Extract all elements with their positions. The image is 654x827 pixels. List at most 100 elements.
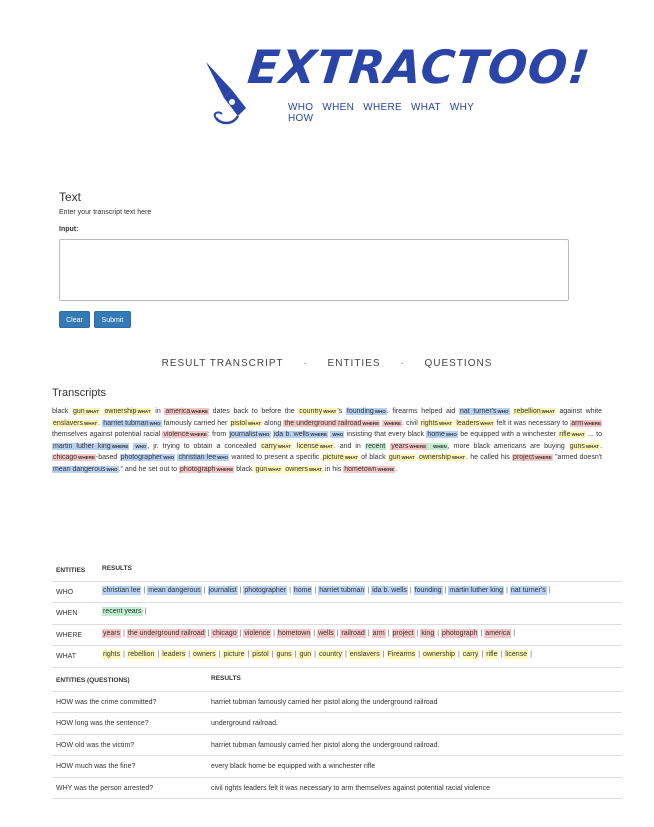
entity-tag: WHO — [258, 432, 270, 437]
entity-tag: WHERE — [190, 432, 207, 437]
column-header-results: RESULTS — [211, 675, 241, 682]
entity-highlight: rebellionWHAT — [513, 408, 556, 415]
entity-highlight: photographWHERE — [179, 465, 235, 473]
entity-highlight: yearsWHERE — [390, 442, 428, 450]
separator: | — [247, 651, 250, 658]
entity-highlight: violenceWHERE — [162, 431, 208, 438]
separator: | — [506, 586, 508, 594]
question-text: HOW long was the sentence? — [56, 720, 149, 727]
separator: | — [530, 651, 532, 658]
entity-tag: WHEN — [433, 443, 447, 449]
tab-separator: · — [303, 358, 308, 369]
logo-title: EXTRACTOO! — [245, 40, 594, 94]
table-row: HOW old was the victim? harriet tubman fa… — [52, 735, 622, 756]
entity-highlight: photographerWHO — [119, 454, 176, 461]
entity-chip: years — [102, 628, 122, 638]
entity-highlight: WHO — [133, 442, 148, 450]
entity-results: recent years | — [102, 607, 148, 616]
entity-tag: WHAT — [541, 409, 555, 414]
clear-button[interactable]: Clear — [59, 311, 90, 328]
entity-chip: king — [420, 628, 436, 638]
entity-tag: WHAT — [83, 420, 98, 426]
entity-tag: WHO — [497, 409, 509, 414]
question-text: HOW old was the victim? — [56, 741, 135, 749]
entity-tag: WHERE — [310, 432, 327, 437]
entity-chip: rebellion — [126, 650, 156, 659]
logo-tagline: WHO WHEN WHERE WHAT WHY HOW — [288, 102, 474, 124]
entity-tag: WHO — [217, 455, 229, 460]
question-text: WHY was the person arrested? — [56, 784, 154, 792]
entity-tag: WHERE — [216, 466, 234, 472]
entity-highlight: leadersWHAT — [455, 419, 495, 427]
entity-highlight: WHERE — [382, 419, 403, 427]
entity-chip: Firearms — [386, 650, 417, 659]
entity-tag: WHERE — [409, 443, 427, 449]
entity-chip: chicago — [211, 628, 238, 638]
entity-highlight: gunWHAT — [387, 454, 416, 461]
transcripts-heading: Transcripts — [52, 387, 106, 399]
entity-tag: WHERE — [78, 455, 95, 460]
separator: | — [203, 586, 206, 594]
answer-text: harriet tubman famously carried her pist… — [211, 741, 440, 749]
entity-chip: martin luther king — [448, 585, 505, 595]
tab-questions[interactable]: QUESTIONS — [424, 358, 492, 369]
entity-chip: enslavers — [348, 650, 381, 659]
entity-tag: WHERE — [191, 409, 209, 414]
entity-highlight: ownershipWHAT — [103, 408, 152, 415]
table-row: WHY was the person arrested? civil rights… — [52, 778, 622, 799]
entity-highlight: WHO — [330, 431, 345, 438]
separator: | — [314, 651, 316, 658]
answer-text: underground railroad. — [211, 720, 278, 727]
entity-highlight: rightsWHAT — [419, 419, 454, 427]
separator: | — [143, 586, 146, 594]
entity-highlight: ida b. wellsWHERE — [272, 431, 328, 438]
answer-text: harriet tubman famously carried her pist… — [211, 698, 438, 706]
entity-chip: ida b. wells — [371, 585, 408, 595]
entity-tag: WHAT — [268, 466, 282, 472]
column-header-questions: ENTITIES (QUESTIONS) — [56, 677, 130, 684]
entity-chip: wells — [317, 628, 335, 638]
entity-highlight: licenseWHAT — [295, 442, 334, 450]
entity-type-label: WHO — [56, 588, 74, 596]
entity-chip: license — [504, 650, 529, 659]
separator: | — [157, 651, 160, 658]
entity-chip: picture — [222, 650, 246, 659]
separator: | — [218, 651, 221, 658]
entity-chip: founding — [413, 585, 443, 595]
entity-tag: WHERE — [584, 420, 601, 426]
entity-tag: WHO — [135, 443, 147, 449]
entity-highlight: WHEN — [427, 442, 448, 450]
tab-entities[interactable]: ENTITIES — [328, 358, 381, 369]
entity-chip: violence — [243, 628, 272, 638]
transcript-textarea[interactable] — [59, 239, 569, 301]
entity-highlight: gunsWHAT — [568, 442, 601, 450]
answer-text: civil rights leaders felt it was necessa… — [211, 784, 490, 792]
entity-tag: WHAT — [401, 455, 415, 460]
entity-chip: project — [391, 628, 415, 638]
entity-highlight: americaWHERE — [164, 408, 210, 415]
entity-highlight: chicagoWHERE — [52, 454, 96, 461]
separator: | — [273, 629, 275, 637]
separator: | — [188, 651, 191, 658]
separator: | — [207, 629, 210, 637]
entity-highlight: pictureWHAT — [321, 454, 359, 461]
separator: | — [123, 651, 125, 658]
entity-type-label: WHEN — [56, 610, 78, 617]
table-header-row: ENTITIES (QUESTIONS) RESULTS — [52, 670, 622, 692]
entity-chip: railroad — [340, 628, 366, 638]
entity-highlight: armWHERE — [570, 419, 602, 427]
submit-button[interactable]: Submit — [94, 311, 131, 328]
entity-tag: WHAT — [319, 443, 333, 449]
entity-chip: photograph — [441, 628, 479, 638]
entity-highlight: homeWHO — [426, 431, 458, 438]
entity-chip: the underground railroad — [126, 628, 206, 638]
tab-result-transcript[interactable]: RESULT TRANSCRIPT — [162, 358, 284, 369]
entity-tag: WHAT — [585, 443, 600, 449]
separator: | — [382, 651, 385, 658]
entity-chip: nat turner's — [509, 585, 547, 595]
entity-highlight: mean dangerousWHO — [52, 465, 119, 473]
separator: | — [367, 629, 370, 637]
entity-tag: WHAT — [85, 409, 99, 414]
entity-highlight: projectWHERE — [512, 454, 553, 461]
entity-results: christian lee | mean dangerous | journalist |… — [102, 585, 553, 595]
